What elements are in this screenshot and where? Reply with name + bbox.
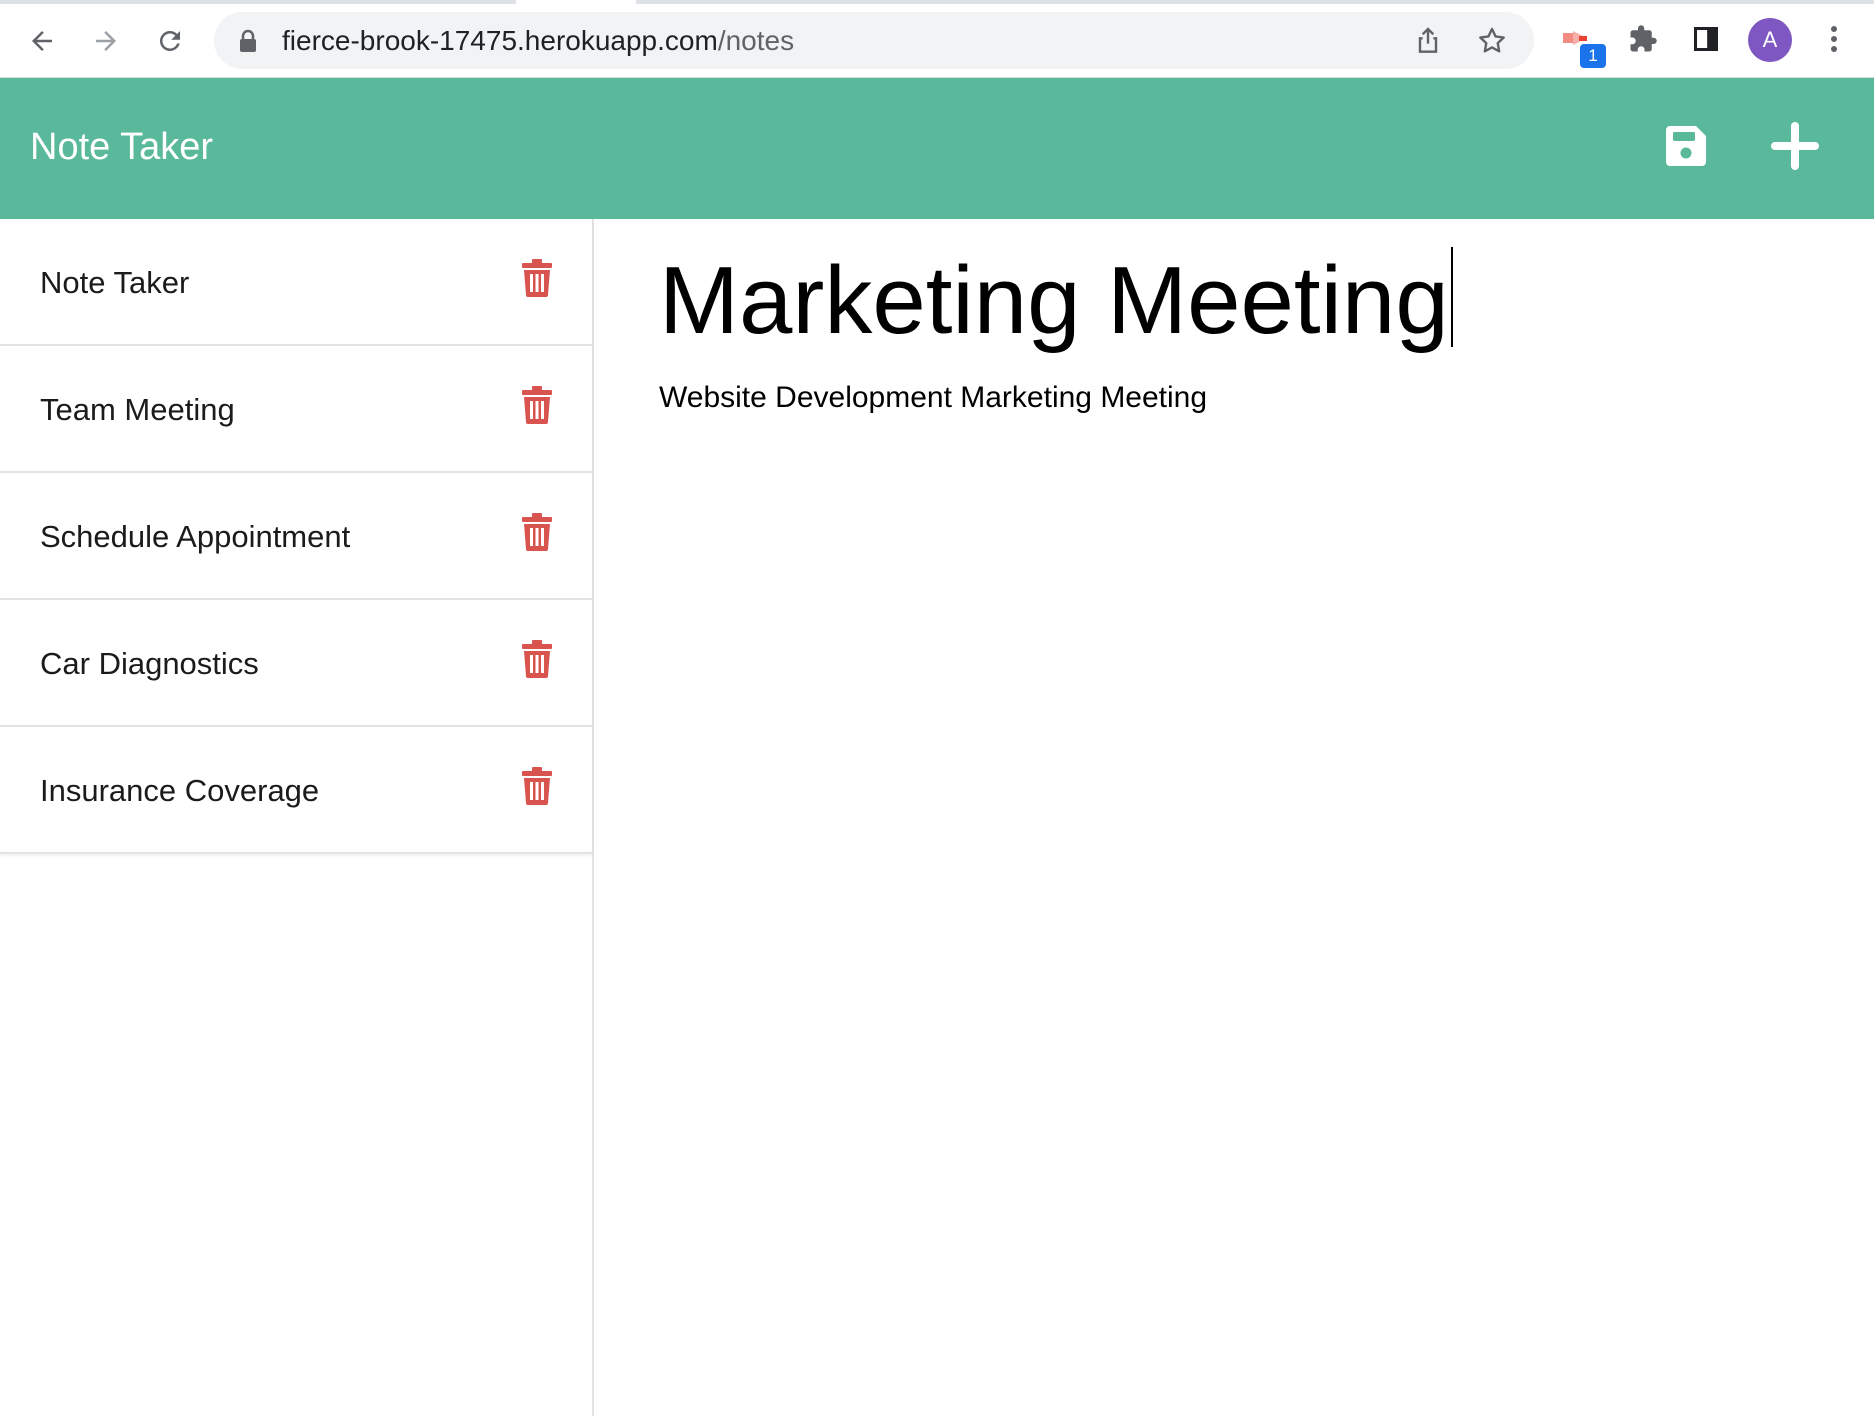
reload-button[interactable] xyxy=(145,16,195,66)
back-icon xyxy=(32,31,52,51)
trash-icon[interactable] xyxy=(521,259,553,297)
star-icon[interactable] xyxy=(1476,25,1508,57)
note-list-item[interactable]: Insurance Coverage xyxy=(0,727,592,852)
note-list-item-title[interactable]: Team Meeting xyxy=(40,390,235,430)
browser-toolbar: fierce-brook-17475.herokuapp.com/notes 1… xyxy=(0,0,1874,78)
back-button[interactable] xyxy=(17,16,67,66)
note-editor: Marketing Meeting Website Development Ma… xyxy=(596,219,1874,1416)
note-text-area[interactable]: Website Development Marketing Meeting xyxy=(659,379,1207,417)
url-host: fierce-brook-17475.herokuapp.com xyxy=(282,25,718,56)
app-navbar: Note Taker xyxy=(0,78,1874,219)
side-panel-icon xyxy=(1693,26,1719,52)
url-path: /notes xyxy=(717,25,795,56)
more-vert-icon xyxy=(1831,26,1837,52)
note-title-input[interactable]: Marketing Meeting xyxy=(659,241,1449,361)
note-list-item[interactable]: Car Diagnostics xyxy=(0,600,592,727)
extensions-menu-button[interactable] xyxy=(1623,19,1663,59)
url-text: fierce-brook-17475.herokuapp.com/notes xyxy=(282,25,794,57)
trash-icon[interactable] xyxy=(521,640,553,678)
note-list: Note Taker Team Meeting Schedule Appoint… xyxy=(0,219,592,854)
reload-icon xyxy=(159,30,180,51)
text-caret xyxy=(1450,247,1453,347)
browser-menu-button[interactable] xyxy=(1814,19,1854,59)
trash-icon[interactable] xyxy=(521,513,553,551)
note-list-item[interactable]: Team Meeting xyxy=(0,346,592,473)
plus-icon[interactable] xyxy=(1771,122,1819,170)
app-title[interactable]: Note Taker xyxy=(30,122,213,172)
tab-strip-edge xyxy=(0,0,1874,4)
note-list-item[interactable]: Note Taker xyxy=(0,219,592,346)
extension-badge: 1 xyxy=(1580,44,1606,68)
note-list-item-title[interactable]: Car Diagnostics xyxy=(40,644,259,684)
lock-icon xyxy=(240,29,256,52)
side-panel-button[interactable] xyxy=(1686,19,1726,59)
forward-icon xyxy=(96,31,116,51)
forward-button[interactable] xyxy=(81,16,131,66)
trash-icon[interactable] xyxy=(521,767,553,805)
note-list-item[interactable]: Schedule Appointment xyxy=(0,473,592,600)
save-icon[interactable] xyxy=(1662,122,1710,170)
trash-icon[interactable] xyxy=(521,386,553,424)
note-list-item-title[interactable]: Insurance Coverage xyxy=(40,771,319,811)
puzzle-icon xyxy=(1630,25,1657,52)
address-bar[interactable]: fierce-brook-17475.herokuapp.com/notes xyxy=(214,12,1534,69)
notes-sidebar: Note Taker Team Meeting Schedule Appoint… xyxy=(0,219,594,1416)
share-icon[interactable] xyxy=(1412,25,1444,57)
note-list-item-title[interactable]: Note Taker xyxy=(40,263,189,303)
note-list-item-title[interactable]: Schedule Appointment xyxy=(40,517,350,557)
profile-avatar[interactable]: A xyxy=(1748,18,1792,62)
